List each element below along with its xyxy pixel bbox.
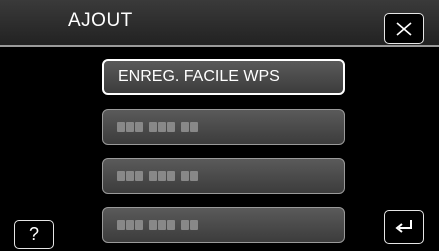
- list-item-masked-entry-1[interactable]: [102, 109, 345, 145]
- screen: AJOUT ENREG. FACILE WPS ?: [0, 0, 439, 251]
- close-x-icon: [396, 21, 412, 36]
- close-button[interactable]: [384, 13, 424, 44]
- return-arrow-icon: [395, 220, 412, 233]
- masked-text: [117, 122, 198, 132]
- list-item-label: ENREG. FACILE WPS: [118, 68, 280, 85]
- list-item-wps-easy-registration[interactable]: ENREG. FACILE WPS: [102, 59, 345, 95]
- help-button[interactable]: ?: [14, 220, 54, 249]
- masked-text: [117, 220, 198, 230]
- list-item-masked-entry-2[interactable]: [102, 158, 345, 194]
- title-bar: AJOUT: [0, 0, 439, 45]
- back-button[interactable]: [384, 210, 424, 244]
- list-item-masked-entry-3[interactable]: [102, 207, 345, 243]
- page-title: AJOUT: [68, 10, 133, 31]
- header-divider: [0, 45, 439, 47]
- masked-text: [117, 171, 198, 181]
- help-label: ?: [28, 224, 39, 244]
